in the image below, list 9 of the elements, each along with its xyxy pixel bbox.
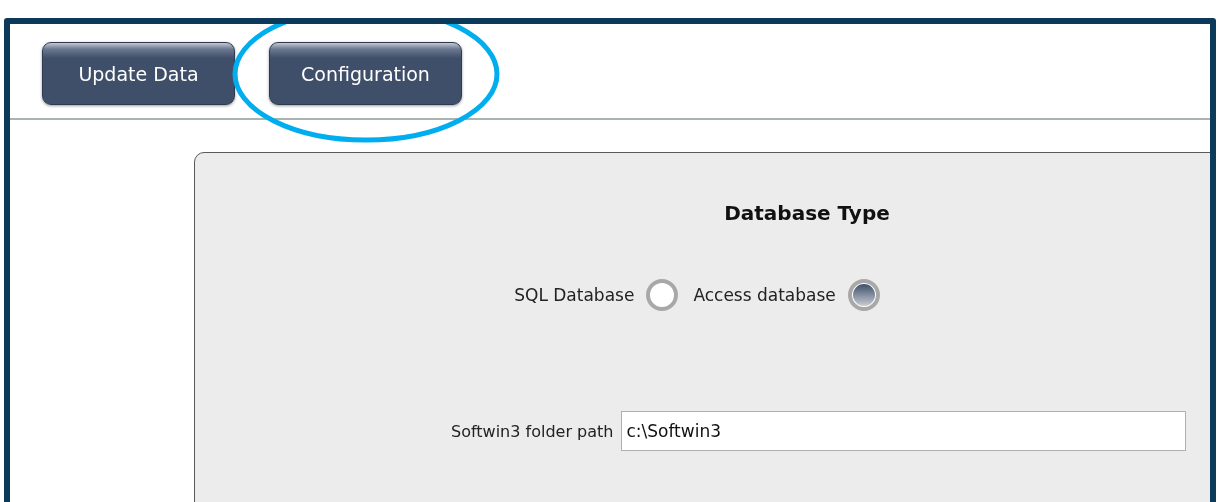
section-title: Database Type [724,201,890,225]
folder-path-field[interactable]: c:\Softwin3 [621,411,1187,451]
radio-button[interactable] [646,279,679,311]
toolbar-button[interactable]: Update Data [42,42,235,105]
option-label: Access database [693,285,836,305]
option-label: SQL Database [514,285,635,305]
field-label: Softwin3 folder path [451,421,614,441]
radio-button[interactable] [847,279,880,311]
toolbar-button[interactable]: Configuration [269,42,462,105]
